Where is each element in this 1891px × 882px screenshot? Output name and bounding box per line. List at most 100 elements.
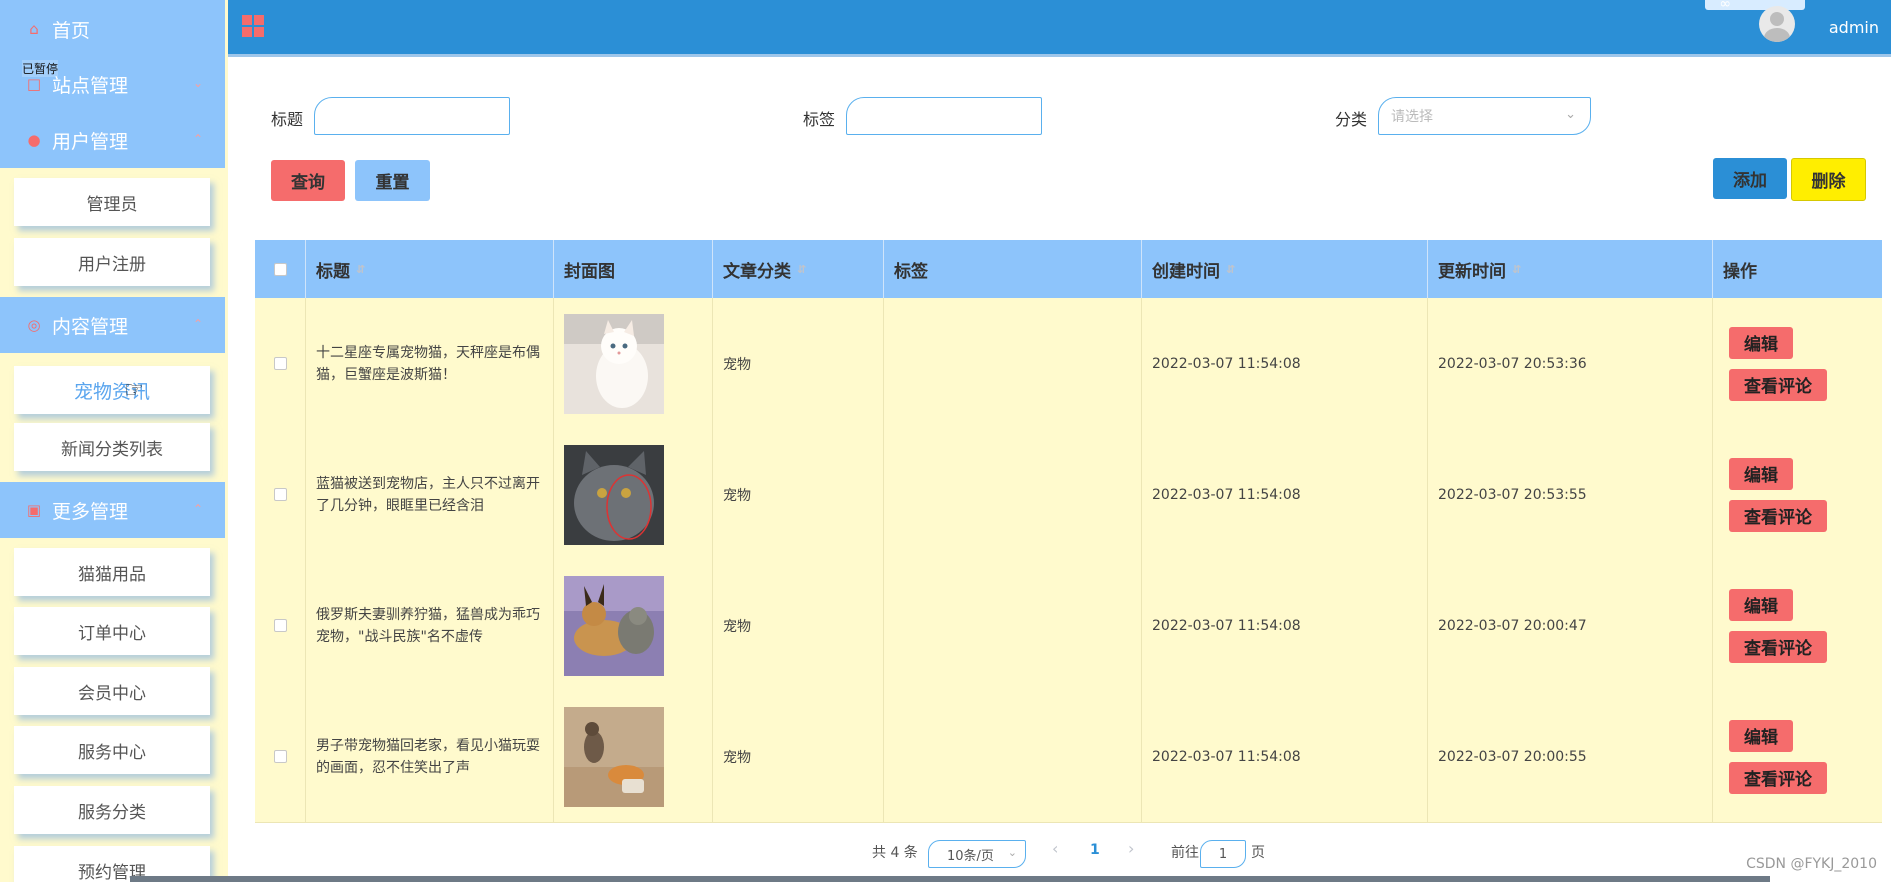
cover-image-caracal[interactable] [564,575,664,676]
column-header-actions: 操作 [1712,240,1882,298]
sidebar-home[interactable]: ⌂ 首页 [0,0,225,58]
avatar[interactable] [1759,6,1795,42]
cover-image-kitten-playing[interactable] [564,706,664,807]
edit-button[interactable]: 编辑 [1729,326,1793,359]
column-header-label: 创建时间 [1152,261,1220,282]
sort-icon[interactable]: ⇵ [356,263,365,276]
sidebar-group-label: 内容管理 [52,315,129,338]
home-icon: ⌂ [29,20,39,38]
view-comments-button[interactable]: 查看评论 [1729,630,1827,663]
category-select[interactable]: 请选择 ⌄ [1378,97,1591,135]
row-cover-cell [553,298,712,429]
sidebar-item-members[interactable]: 会员中心 [14,667,210,715]
sidebar-group-more[interactable]: ▣ 更多管理 ⌃ [0,482,225,538]
menu-grid-icon[interactable] [242,15,264,37]
table-row: 十二星座专属宠物猫，天秤座是布偶猫，巨蟹座是波斯猫！ 宠物 2022-03-07… [255,298,1882,430]
table-row: 男子带宠物猫回老家，看见小猫玩耍的画面，忍不住笑出了声 宠物 2022-03-0… [255,691,1882,823]
row-cover-cell [553,691,712,822]
row-title: 蓝猫被送到宠物店，主人只不过离开了几分钟，眼眶里已经含泪 [305,429,553,560]
row-title: 男子带宠物猫回老家，看见小猫玩耍的画面，忍不住笑出了声 [305,691,553,822]
tag-filter-input[interactable] [846,97,1042,135]
reset-button[interactable]: 重置 [355,160,430,201]
sidebar-item-admin[interactable]: 管理员 [14,178,210,226]
sidebar-item-pet-news[interactable]: 宠物资讯 [14,366,210,414]
sidebar-item-user-register[interactable]: 用户注册 [14,238,210,286]
top-header: ∞ admin [228,0,1891,57]
column-header-updated[interactable]: 更新时间 ⇵ [1427,240,1712,298]
sidebar-group-label: 更多管理 [52,500,129,523]
query-button[interactable]: 查询 [271,160,345,201]
chevron-up-icon: ⌃ [192,132,203,146]
sidebar-item-news-category[interactable]: 新闻分类列表 [14,423,210,471]
table-header: 标题 ⇵ 封面图 文章分类 ⇵ 标签 创建时间 ⇵ 更新时间 ⇵ 操作 [255,240,1882,298]
add-button[interactable]: 添加 [1713,158,1787,199]
username[interactable]: admin [1829,18,1879,37]
sidebar-home-label: 首页 [52,19,91,42]
title-filter-input[interactable] [314,97,510,135]
title-filter-label: 标题 [271,110,304,129]
row-category: 宠物 [712,429,883,560]
view-comments-button[interactable]: 查看评论 [1729,368,1827,401]
row-created-time: 2022-03-07 11:54:08 [1141,560,1427,691]
sidebar-item-services[interactable]: 服务中心 [14,726,210,774]
row-tag [883,560,1141,691]
sidebar-group-user[interactable]: ● 用户管理 ⌃ [0,112,225,168]
row-category: 宠物 [712,691,883,822]
column-header-category[interactable]: 文章分类 ⇵ [712,240,883,298]
watermark: CSDN @FYKJ_2010 [1746,856,1877,872]
content-icon: ◎ [27,316,41,334]
column-header-label: 文章分类 [723,261,791,282]
more-icon: ▣ [26,501,42,519]
row-select-cell [255,691,305,822]
goto-page-input[interactable]: 1 [1200,840,1246,868]
row-tag [883,298,1141,429]
sidebar-item-orders[interactable]: 订单中心 [14,607,210,655]
page-size-value: 10条/页 [947,848,994,864]
sidebar-item-service-category[interactable]: 服务分类 [14,786,210,834]
row-actions: 编辑 查看评论 [1712,429,1882,560]
column-header-created[interactable]: 创建时间 ⇵ [1141,240,1427,298]
sort-icon[interactable]: ⇵ [1226,263,1235,276]
row-checkbox[interactable] [273,488,287,501]
next-page-icon[interactable]: › [1128,839,1134,858]
view-comments-button[interactable]: 查看评论 [1729,761,1827,794]
row-select-cell [255,298,305,429]
column-header-label: 标签 [894,261,928,282]
taskbar-strip [130,876,1770,882]
sidebar-item-cat-supplies[interactable]: 猫猫用品 [14,548,210,596]
row-actions: 编辑 查看评论 [1712,298,1882,429]
delete-button[interactable]: 删除 [1791,158,1866,201]
category-select-placeholder: 请选择 [1391,109,1433,125]
edit-button[interactable]: 编辑 [1729,719,1793,752]
row-updated-time: 2022-03-07 20:53:36 [1427,298,1712,429]
page-number-current[interactable]: 1 [1090,842,1100,858]
row-created-time: 2022-03-07 11:54:08 [1141,298,1427,429]
sort-icon[interactable]: ⇵ [1512,263,1521,276]
row-category: 宠物 [712,560,883,691]
category-filter-label: 分类 [1335,110,1368,129]
row-checkbox[interactable] [273,619,287,632]
column-header-label: 更新时间 [1438,261,1506,282]
row-select-cell [255,429,305,560]
view-comments-button[interactable]: 查看评论 [1729,499,1827,532]
goto-prefix: 前往 [1171,845,1199,861]
edit-button[interactable]: 编辑 [1729,588,1793,621]
row-checkbox[interactable] [273,357,287,370]
row-title: 俄罗斯夫妻驯养狞猫，猛兽成为乖巧宠物，"战斗民族"名不虚传 [305,560,553,691]
cover-image-white-cat[interactable] [564,313,664,414]
select-all-checkbox[interactable] [273,262,287,276]
column-header-title[interactable]: 标题 ⇵ [305,240,553,298]
page-size-select[interactable]: 10条/页 ⌄ [928,840,1026,868]
sidebar-group-content[interactable]: ◎ 内容管理 ⌃ [0,297,225,353]
row-updated-time: 2022-03-07 20:00:47 [1427,560,1712,691]
edit-button[interactable]: 编辑 [1729,457,1793,490]
tag-filter-label: 标签 [803,110,836,129]
row-checkbox[interactable] [273,750,287,763]
sidebar-group-label: 用户管理 [52,130,129,153]
row-tag [883,429,1141,560]
sort-icon[interactable]: ⇵ [797,263,806,276]
select-all-cell [255,240,305,298]
chevron-down-icon: ⌄ [1007,846,1017,859]
cover-image-blue-cat[interactable] [564,444,664,545]
prev-page-icon[interactable]: ‹ [1052,839,1058,858]
